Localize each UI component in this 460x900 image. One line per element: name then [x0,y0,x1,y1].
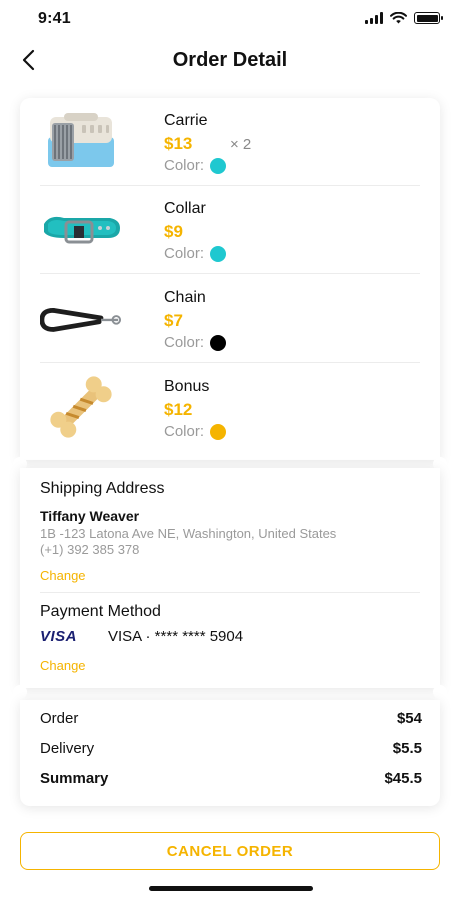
summary-label: Summary [40,770,109,787]
recipient-name: Tiffany Weaver [40,508,140,524]
status-icons [365,12,443,24]
product-name: Bonus [164,378,210,395]
color-label: Color: [164,157,205,174]
color-swatch [210,334,227,351]
order-value: $54 [396,710,422,727]
color-swatch [210,157,227,174]
divider [40,592,420,593]
order-totals-card: Order $54 Delivery $5.5 Summary $45.5 [20,700,440,806]
product-row[interactable]: Carrie $13 × 2 Color: [20,98,440,186]
delivery-row: Delivery $5.5 [40,740,422,757]
battery-icon [414,12,443,24]
order-total-row: Order $54 [40,710,422,727]
products-card: Carrie $13 × 2 Color: Collar $9 Color: C… [20,98,440,460]
product-name: Chain [164,289,206,306]
product-row[interactable]: Collar $9 Color: [20,186,440,274]
product-color: Color: [164,423,227,440]
delivery-label: Delivery [40,740,95,757]
status-bar: 9:41 [0,0,460,40]
product-row[interactable]: Bonus $12 Color: [20,364,440,452]
product-color: Color: [164,157,227,174]
divider [40,273,420,274]
phone-number: (+1) 392 385 378 [40,542,140,557]
color-label: Color: [164,423,205,440]
ticket-notch [13,685,27,699]
visa-logo-icon: VISA [40,628,78,645]
status-time: 9:41 [38,10,71,27]
product-price: $9 [164,222,183,241]
payment-card-row: VISA VISA · **** **** 5904 [40,628,243,645]
product-price: $13 [164,134,193,153]
wifi-icon [390,12,407,24]
product-row[interactable]: Chain $7 Color: [20,275,440,363]
nav-bar: Order Detail [0,40,460,80]
product-name: Carrie [164,112,208,129]
payment-method-title: Payment Method [40,603,161,620]
cellular-signal-icon [365,12,383,24]
shipping-address-title: Shipping Address [40,480,165,497]
change-payment-link[interactable]: Change [40,658,86,673]
ticket-notch [433,685,447,699]
divider [40,362,420,363]
summary-value: $45.5 [384,770,422,787]
product-color: Color: [164,334,227,351]
leash-chain-image [40,285,122,351]
pet-carrier-image [40,108,122,174]
order-label: Order [40,710,79,727]
change-address-link[interactable]: Change [40,568,86,583]
shipping-payment-card: Shipping Address Tiffany Weaver 1B -123 … [20,468,440,688]
bone-treat-image [40,374,122,440]
product-price: $12 [164,400,193,419]
summary-row: Summary $45.5 [40,770,422,787]
cancel-order-button[interactable]: CANCEL ORDER [20,832,440,870]
color-label: Color: [164,334,205,351]
delivery-value: $5.5 [392,740,422,757]
address-line: 1B -123 Latona Ave NE, Washington, Unite… [40,526,337,541]
product-name: Collar [164,200,206,217]
card-number: VISA · **** **** 5904 [108,628,244,645]
color-swatch [210,245,227,262]
product-quantity: × 2 [230,136,252,153]
color-swatch [210,423,227,440]
product-price: $7 [164,311,183,330]
page-title: Order Detail [172,49,288,71]
dog-collar-image [40,196,122,262]
home-indicator [149,886,313,891]
product-color: Color: [164,245,227,262]
color-label: Color: [164,245,205,262]
